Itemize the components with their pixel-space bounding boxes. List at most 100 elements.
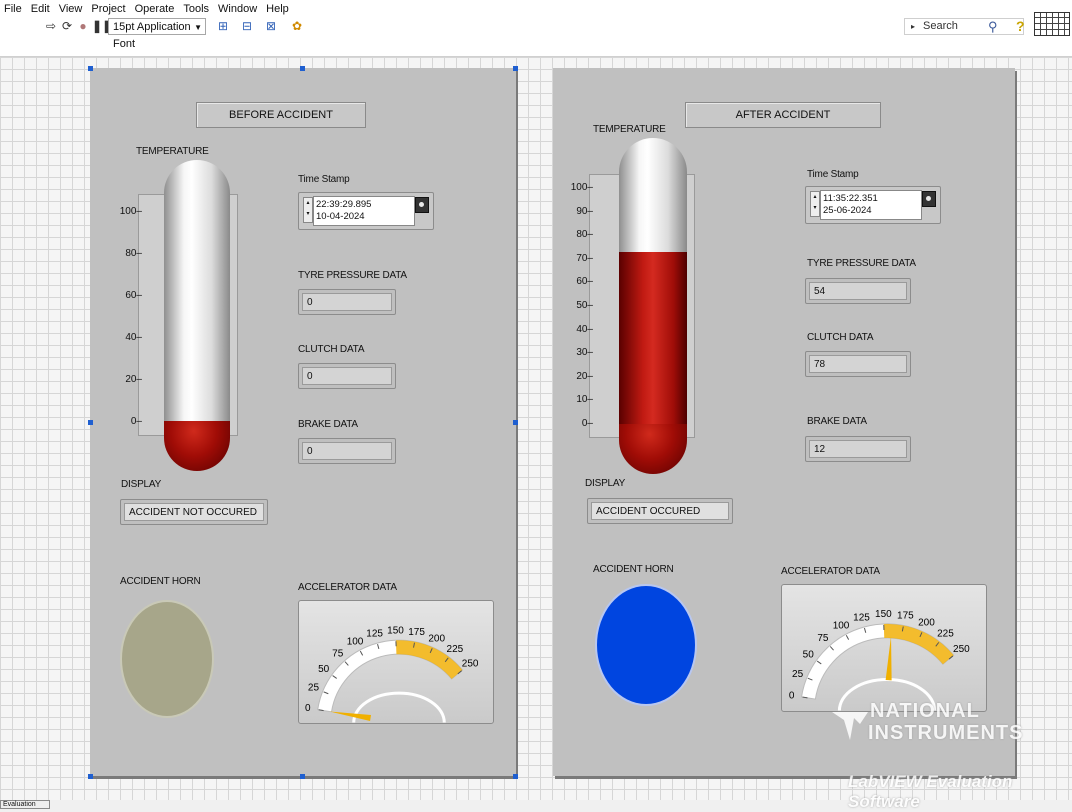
reorder-icon[interactable]: ✿: [290, 19, 304, 33]
menu-edit[interactable]: Edit: [27, 3, 55, 15]
gauge-needle: [886, 636, 892, 680]
gauge-tick-label: 125: [853, 612, 870, 623]
temperature-tick-label: 80–: [567, 229, 593, 240]
pause-icon[interactable]: ❚❚: [92, 19, 106, 33]
time-browse-icon[interactable]: [922, 191, 936, 207]
temperature-tick-label: 0–: [116, 416, 142, 427]
selection-handle[interactable]: [513, 774, 518, 779]
menu-operate[interactable]: Operate: [131, 3, 180, 15]
font-select[interactable]: 15pt Application Font ▼: [108, 18, 206, 35]
after-temperature-label: TEMPERATURE: [593, 124, 666, 135]
before-clutch-field: 0: [298, 363, 396, 389]
after-accel-gauge[interactable]: 0255075100125150175200225250: [781, 584, 987, 712]
temperature-tick-label: 80–: [116, 248, 142, 259]
abort-icon[interactable]: ●: [76, 19, 90, 33]
gauge-tick-label: 200: [428, 633, 445, 644]
temperature-tick-label: 50–: [567, 300, 593, 311]
after-tyre-label: TYRE PRESSURE DATA: [807, 258, 916, 269]
align-objects-icon[interactable]: ⊞: [216, 19, 230, 33]
selection-handle[interactable]: [88, 774, 93, 779]
temperature-tick-label: 0–: [567, 418, 593, 429]
before-timestamp-value[interactable]: 22:39:29.895 10-04-2024: [313, 196, 415, 226]
temperature-tick-label: 10–: [567, 394, 593, 405]
before-display-field: ACCIDENT NOT OCCURED: [120, 499, 268, 525]
gauge-tick-label: 125: [366, 628, 383, 639]
gauge-tick-label: 175: [897, 611, 914, 622]
menu-help[interactable]: Help: [262, 3, 294, 15]
after-time: 11:35:22.351: [823, 193, 921, 205]
temperature-tick-label: 40–: [567, 324, 593, 335]
after-display-field: ACCIDENT OCCURED: [587, 498, 733, 524]
distribute-objects-icon[interactable]: ⊟: [240, 19, 254, 33]
gauge-tick-label: 75: [817, 633, 829, 644]
ni-watermark-line1: NATIONAL: [870, 700, 980, 723]
gauge-needle: [330, 712, 371, 721]
before-accel-gauge[interactable]: 0255075100125150175200225250: [298, 600, 494, 724]
selection-handle[interactable]: [88, 420, 93, 425]
temperature-tick-label: 70–: [567, 253, 593, 264]
gauge-tick-label: 250: [462, 659, 479, 670]
before-accel-label: ACCELERATOR DATA: [298, 582, 397, 593]
before-temperature-label: TEMPERATURE: [136, 146, 209, 157]
run-arrow-icon[interactable]: ⇨: [44, 19, 58, 33]
resize-objects-icon[interactable]: ⊠: [264, 19, 278, 33]
after-brake-field: 12: [805, 436, 911, 462]
run-continuously-icon[interactable]: ⟳: [60, 19, 74, 33]
before-timestamp-control[interactable]: ▴▾ 22:39:29.895 10-04-2024: [298, 192, 434, 230]
gauge-tick-label: 0: [789, 690, 795, 701]
after-horn-label: ACCIDENT HORN: [593, 564, 674, 575]
before-horn-led[interactable]: [120, 600, 214, 718]
search-input[interactable]: ▸ Search: [904, 18, 1024, 35]
before-time: 22:39:29.895: [316, 199, 414, 211]
gauge-tick-label: 100: [833, 621, 850, 632]
before-timestamp-label: Time Stamp: [298, 174, 350, 185]
menu-view[interactable]: View: [55, 3, 88, 15]
menu-project[interactable]: Project: [87, 3, 130, 15]
gauge-tick-label: 150: [387, 625, 404, 636]
after-timestamp-value[interactable]: 11:35:22.351 25-06-2024: [820, 190, 922, 220]
bottom-tab[interactable]: Evaluation: [0, 800, 50, 809]
after-timestamp-control[interactable]: ▴▾ 11:35:22.351 25-06-2024: [805, 186, 941, 224]
before-thermometer-bulb: [164, 421, 230, 471]
help-icon[interactable]: ?: [1016, 18, 1025, 34]
ni-watermark-line2: INSTRUMENTS: [868, 722, 1023, 745]
after-horn-led[interactable]: [595, 584, 697, 706]
before-tyre-value: 0: [302, 293, 392, 311]
temperature-tick-label: 60–: [567, 276, 593, 287]
after-date: 25-06-2024: [823, 205, 921, 217]
temperature-tick-label: 90–: [567, 206, 593, 217]
temperature-tick-label: 40–: [116, 332, 142, 343]
gauge-tick-label: 150: [875, 609, 892, 620]
time-browse-icon[interactable]: [415, 197, 429, 213]
magnifier-icon[interactable]: ⚲: [988, 19, 998, 35]
timestamp-increment-icon[interactable]: ▴▾: [303, 197, 313, 223]
menu-file[interactable]: File: [0, 3, 27, 15]
after-clutch-field: 78: [805, 351, 911, 377]
selection-handle[interactable]: [513, 66, 518, 71]
gauge-tick-label: 75: [332, 648, 344, 659]
chevron-down-icon: ▼: [194, 19, 202, 36]
search-dropdown-icon: ▸: [911, 19, 915, 34]
before-clutch-value: 0: [302, 367, 392, 385]
after-thermometer-fill: [619, 252, 687, 428]
before-clutch-label: CLUTCH DATA: [298, 344, 364, 355]
after-brake-value: 12: [809, 440, 907, 458]
selection-handle[interactable]: [300, 774, 305, 779]
gauge-tick-label: 225: [447, 644, 464, 655]
connector-pane-icon[interactable]: [1034, 12, 1070, 36]
after-tyre-field: 54: [805, 278, 911, 304]
menu-window[interactable]: Window: [214, 3, 262, 15]
gauge-tick-label: 175: [408, 627, 425, 638]
after-display-value: ACCIDENT OCCURED: [591, 502, 729, 520]
gauge-tick-label: 100: [347, 636, 364, 647]
after-gauge-svg: 0255075100125150175200225250: [782, 585, 988, 713]
menu-tools[interactable]: Tools: [179, 3, 214, 15]
temperature-tick-label: 60–: [116, 290, 142, 301]
gauge-tick-label: 50: [318, 664, 330, 675]
selection-handle[interactable]: [513, 420, 518, 425]
selection-handle[interactable]: [300, 66, 305, 71]
before-brake-label: BRAKE DATA: [298, 419, 358, 430]
timestamp-increment-icon[interactable]: ▴▾: [810, 191, 820, 217]
gauge-tick-label: 0: [305, 703, 311, 714]
selection-handle[interactable]: [88, 66, 93, 71]
